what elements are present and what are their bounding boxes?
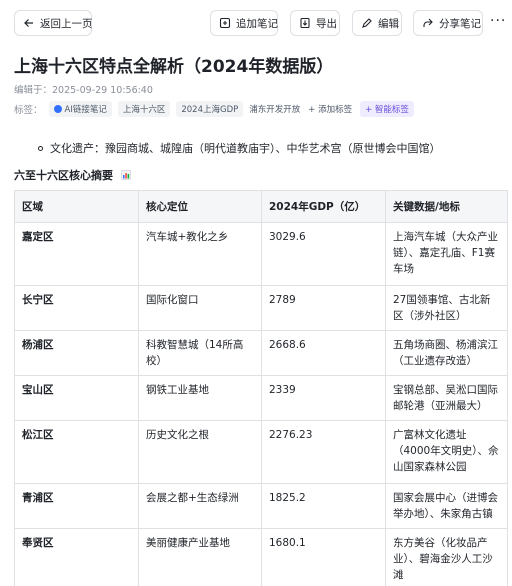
bullet-text: 文化遗产：豫园商城、城隍庙（明代道教庙宇）、中华艺术宫（原世博会中国馆） (50, 142, 441, 155)
positioning-cell: 钢铁工业基地 (138, 375, 262, 421)
district-cell: 奉贤区 (14, 528, 139, 586)
positioning-cell: 历史文化之根 (138, 420, 262, 484)
positioning-cell: 科教智慧城（14所高校） (138, 330, 262, 376)
positioning-cell: 会展之都+生态绿洲 (138, 483, 262, 529)
list-item: 文化遗产：豫园商城、城隍庙（明代道教庙宇）、中华艺术宫（原世博会中国馆） (38, 140, 441, 156)
gdp-cell: 1825.2 (261, 483, 386, 529)
district-cell: 嘉定区 (14, 222, 139, 286)
table-row: 松江区 历史文化之根 2276.23 广富林文化遗址（4000年文明史）、佘山国… (14, 420, 508, 484)
table-row: 青浦区 会展之都+生态绿洲 1825.2 国家会展中心（进博会举办地）、朱家角古… (14, 483, 508, 529)
gdp-cell: 2276.23 (261, 420, 386, 484)
gdp-cell: 1680.1 (261, 528, 386, 586)
landmark-cell: 上海汽车城（大众产业链）、嘉定孔庙、F1赛车场 (385, 222, 508, 286)
landmark-cell: 宝钢总部、吴淞口国际邮轮港（亚洲最大） (385, 375, 508, 421)
add-note-label: 追加笔记 (236, 17, 278, 30)
landmark-cell: 五角场商圈、杨浦滨江（工业遗存改造） (385, 330, 508, 376)
section-heading: 六至十六区核心摘要 (14, 167, 131, 183)
ai-link-icon (53, 105, 62, 113)
share-icon (423, 18, 433, 27)
edit-button[interactable]: 编辑 (352, 10, 402, 36)
share-button[interactable]: 分享笔记 (413, 10, 483, 36)
edited-timestamp: 编辑于：2025-09-29 10:56:40 (14, 85, 153, 96)
tag-pudong[interactable]: 浦东开发开放 (249, 103, 300, 115)
more-menu-icon[interactable]: ··· (490, 13, 506, 29)
table-row: 长宁区 国际化窗口 2789 27国领事馆、古北新区（涉外社区） (14, 285, 508, 331)
export-icon (300, 17, 310, 29)
tag-ai-link-note[interactable]: AI链接笔记 (48, 101, 112, 117)
table-header-row: 区域 核心定位 2024年GDP（亿） 关键数据/地标 (14, 190, 508, 223)
gdp-cell: 2668.6 (261, 330, 386, 376)
column-header: 核心定位 (138, 190, 262, 223)
bullet-circle-icon (38, 145, 43, 151)
district-cell: 宝山区 (14, 375, 139, 421)
district-summary-table: 区域 核心定位 2024年GDP（亿） 关键数据/地标 嘉定区 汽车城+教化之乡… (14, 190, 508, 586)
smart-tag-button[interactable]: + 智能标签 (360, 101, 414, 117)
export-label: 导出 (316, 17, 337, 30)
add-tag-button[interactable]: + 添加标签 (308, 103, 352, 115)
back-button[interactable]: 返回上一页 (14, 10, 93, 36)
landmark-cell: 广富林文化遗址（4000年文明史）、佘山国家森林公园 (385, 420, 508, 484)
tags-label: 标签： (14, 105, 43, 116)
column-header: 2024年GDP（亿） (261, 190, 386, 223)
export-button[interactable]: 导出 (290, 10, 340, 36)
pencil-icon (362, 18, 372, 28)
table-row: 奉贤区 美丽健康产业基地 1680.1 东方美谷（化妆品产业）、碧海金沙人工沙滩 (14, 528, 508, 586)
district-cell: 长宁区 (14, 285, 139, 331)
tags-row: 标签： AI链接笔记 上海十六区 2024上海GDP 浦东开发开放 + 添加标签… (14, 101, 414, 117)
district-cell: 青浦区 (14, 483, 139, 529)
add-note-button[interactable]: 追加笔记 (210, 10, 278, 36)
bar-chart-icon (121, 170, 131, 180)
gdp-cell: 3029.6 (261, 222, 386, 286)
landmark-cell: 国家会展中心（进博会举办地）、朱家角古镇 (385, 483, 508, 529)
positioning-cell: 汽车城+教化之乡 (138, 222, 262, 286)
table-row: 杨浦区 科教智慧城（14所高校） 2668.6 五角场商圈、杨浦滨江（工业遗存改… (14, 330, 508, 376)
column-header: 关键数据/地标 (385, 190, 508, 223)
note-plus-icon (219, 17, 231, 29)
gdp-cell: 2789 (261, 285, 386, 331)
district-cell: 松江区 (14, 420, 139, 484)
gdp-cell: 2339 (261, 375, 386, 421)
table-row: 嘉定区 汽车城+教化之乡 3029.6 上海汽车城（大众产业链）、嘉定孔庙、F1… (14, 222, 508, 286)
tag-2024-gdp[interactable]: 2024上海GDP (176, 101, 244, 117)
section-title: 六至十六区核心摘要 (14, 169, 113, 182)
landmark-cell: 27国领事馆、古北新区（涉外社区） (385, 285, 508, 331)
positioning-cell: 美丽健康产业基地 (138, 528, 262, 586)
arrow-left-icon (24, 19, 33, 27)
table-row: 宝山区 钢铁工业基地 2339 宝钢总部、吴淞口国际邮轮港（亚洲最大） (14, 375, 508, 421)
column-header: 区域 (14, 190, 139, 223)
positioning-cell: 国际化窗口 (138, 285, 262, 331)
share-label: 分享笔记 (439, 17, 481, 30)
edit-label: 编辑 (378, 17, 399, 30)
top-toolbar: 返回上一页 追加笔记 导出 编辑 分享笔记 ··· (0, 10, 512, 38)
back-button-label: 返回上一页 (40, 17, 93, 30)
tag-shanghai-districts[interactable]: 上海十六区 (117, 101, 171, 117)
landmark-cell: 东方美谷（化妆品产业）、碧海金沙人工沙滩 (385, 528, 508, 586)
page-title: 上海十六区特点全解析（2024年数据版） (14, 57, 334, 77)
tag-label: AI链接笔记 (64, 105, 107, 115)
district-cell: 杨浦区 (14, 330, 139, 376)
